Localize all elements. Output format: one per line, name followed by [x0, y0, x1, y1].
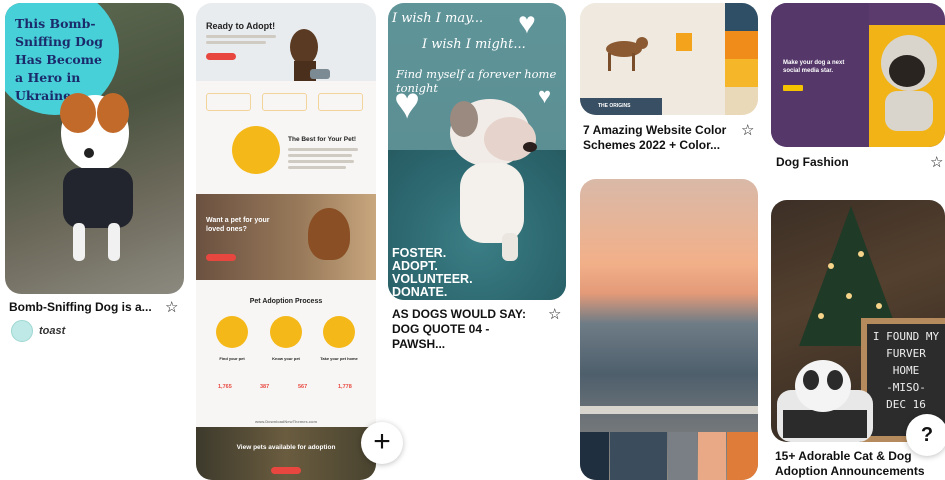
- board-line: I FOUND MY: [872, 330, 940, 343]
- swatch-1: [580, 432, 609, 480]
- hero-title: Ready to Adopt!: [206, 21, 276, 31]
- board-line: HOME: [892, 364, 920, 377]
- footer-section: View pets available for adoption: [196, 427, 376, 480]
- swatch-4: [698, 432, 726, 480]
- promo-title: Want a pet for your loved ones?: [206, 217, 270, 233]
- hero-section: Ready to Adopt!: [196, 3, 376, 81]
- stat-value: 1,765: [218, 384, 232, 390]
- quote-line: I wish I might...: [422, 37, 526, 52]
- pin-pet-adoption-website[interactable]: Ready to Adopt! The Best for Your Pet! W: [196, 3, 376, 480]
- best-title: The Best for Your Pet!: [288, 136, 357, 143]
- process-title: Pet Adoption Process: [249, 298, 323, 305]
- scheme-label: THE ORIGINS: [598, 103, 631, 109]
- swatch-3: [668, 432, 697, 480]
- dog-illustration: [606, 37, 648, 71]
- stat-value: 1,778: [338, 384, 352, 390]
- terrier-dog-illustration: [60, 93, 133, 261]
- step-label: Take your pet home: [320, 356, 358, 361]
- star-icon[interactable]: ☆: [548, 307, 561, 322]
- heart-icon: ♥: [518, 7, 536, 40]
- pin-caption[interactable]: 15+ Adorable Cat & Dog Adoption Announce…: [775, 449, 925, 479]
- overlay-line: This Bomb-: [15, 16, 96, 31]
- step-label: Know your pet: [272, 356, 300, 361]
- star-icon[interactable]: ☆: [741, 123, 754, 138]
- stat-value: 387: [260, 384, 270, 390]
- swatch-2: [610, 432, 667, 480]
- best-section: The Best for Your Pet!: [196, 118, 376, 194]
- overlay-line: Sniffing Dog: [15, 34, 103, 49]
- pin-dog-fashion[interactable]: Make your dog a next social media star.: [771, 3, 945, 147]
- creator-avatar[interactable]: [11, 320, 33, 342]
- puppy-in-bed-illustration: [777, 360, 873, 442]
- pin-ocean-sunset[interactable]: [580, 179, 758, 480]
- fashion-heading: Make your dog a next social media star.: [783, 60, 845, 74]
- pin-adoption-announcement[interactable]: I FOUND MY FURVER HOME -MISO- DEC 16: [771, 200, 945, 442]
- letter-board: I FOUND MY FURVER HOME -MISO- DEC 16: [869, 328, 943, 413]
- swatch-5: [727, 432, 758, 480]
- star-icon[interactable]: ☆: [930, 155, 943, 170]
- footer-url: www.DownloadNewThemes.com: [254, 419, 318, 424]
- step-label: Find your pet: [219, 356, 245, 361]
- pin-caption[interactable]: Bomb-Sniffing Dog is a...: [9, 300, 152, 315]
- pitbull-dog-illustration: [450, 99, 537, 261]
- pin-caption[interactable]: Dog Fashion: [776, 155, 849, 170]
- pin-caption[interactable]: AS DOGS WOULD SAY: DOG QUOTE 04 - PAWSH.…: [392, 307, 537, 352]
- dog-illustration: [290, 29, 330, 81]
- cta-text: FOSTER. ADOPT. VOLUNTEER. DONATE.: [392, 247, 473, 299]
- feature-row: [196, 85, 376, 115]
- promo-banner: Want a pet for your loved ones?: [196, 194, 376, 280]
- board-line: FURVER: [886, 347, 926, 360]
- hooded-dog-illustration: [881, 35, 937, 131]
- creator-name[interactable]: toast: [39, 325, 65, 337]
- pin-dog-quote[interactable]: I wish I may... I wish I might... Find m…: [388, 3, 566, 300]
- pin-color-schemes[interactable]: THE ORIGINS: [580, 3, 758, 115]
- stat-value: 567: [298, 384, 308, 390]
- pin-bomb-dog-image[interactable]: This Bomb- Sniffing Dog Has Become a Her…: [5, 3, 184, 294]
- pin-caption[interactable]: 7 Amazing Website Color Schemes 2022 + C…: [583, 123, 733, 153]
- heart-icon: ♥: [394, 79, 421, 128]
- star-icon[interactable]: ☆: [165, 300, 178, 315]
- board-line: DEC 16: [886, 398, 926, 411]
- footer-title: View pets available for adoption: [236, 444, 336, 451]
- board-line: -MISO-: [886, 381, 926, 394]
- overlay-line: Has Become: [15, 52, 102, 67]
- add-button[interactable]: +: [361, 422, 403, 464]
- pin-grid: This Bomb- Sniffing Dog Has Become a Her…: [0, 0, 945, 480]
- help-button[interactable]: ?: [906, 414, 945, 456]
- process-section: Pet Adoption Process Find your pet Know …: [196, 288, 376, 398]
- cta-line: DONATE.: [392, 285, 448, 299]
- quote-line: I wish I may...: [392, 11, 484, 26]
